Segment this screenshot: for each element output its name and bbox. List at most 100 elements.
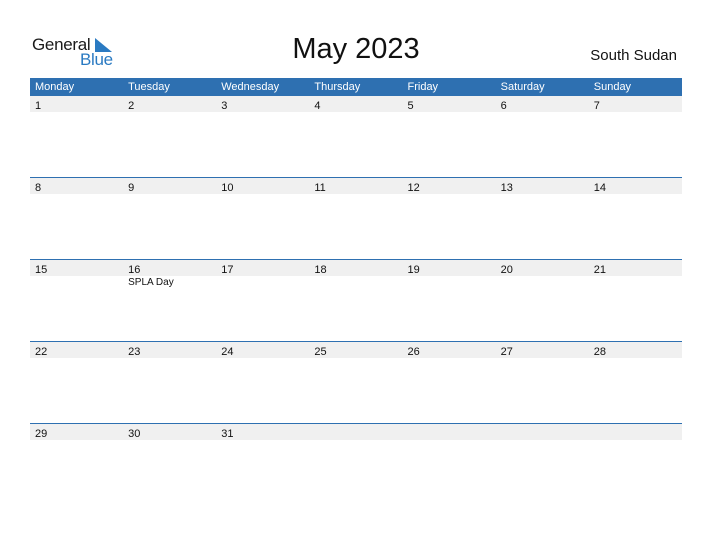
holiday-label [309,112,402,113]
day-number: 27 [500,346,513,358]
day-cell: 6 [496,96,589,112]
holiday-label [216,358,309,359]
day-cell: 12 [403,178,496,194]
holiday-label [30,112,123,113]
day-number: 10 [221,182,234,194]
day-cell [403,424,496,440]
day-cell: 23 [123,342,216,358]
holiday-label [403,112,496,113]
day-cell: 2 [123,96,216,112]
day-number: 28 [593,346,606,358]
day-number: 26 [407,346,420,358]
holiday-label [496,112,589,113]
holiday-label [30,440,123,441]
day-cell: 19 [403,260,496,276]
day-cell: 28 [589,342,682,358]
holiday-label [589,194,682,195]
weekday-sunday: Sunday [593,81,632,93]
week-row: 8 9 10 11 12 13 14 [30,177,682,259]
day-cell: 31 [216,424,309,440]
event-row [30,194,682,195]
day-number: 25 [314,346,327,358]
day-cell: 17 [216,260,309,276]
day-number: 15 [35,264,48,276]
holiday-label [309,358,402,359]
day-number: 12 [407,182,420,194]
holiday-label [309,440,402,441]
holiday-label [123,112,216,113]
day-number: 2 [128,100,135,112]
holiday-label [496,276,589,289]
day-cell: 1 [30,96,123,112]
country-label: South Sudan [590,47,677,64]
weekday-tuesday: Tuesday [128,81,170,93]
day-number: 1 [35,100,42,112]
holiday-label [589,358,682,359]
holiday-label [30,194,123,195]
holiday-label [589,276,682,289]
day-number: 30 [128,428,141,440]
event-row [30,440,682,441]
holiday-label [216,112,309,113]
holiday-label [496,194,589,195]
day-number: 5 [407,100,414,112]
day-number: 24 [221,346,234,358]
day-number: 16 [128,264,141,276]
day-cell: 30 [123,424,216,440]
day-cell: 15 [30,260,123,276]
day-number: 8 [35,182,42,194]
holiday-label [403,194,496,195]
day-number: 13 [500,182,513,194]
holiday-label [589,440,682,441]
day-cell: 13 [496,178,589,194]
holiday-label [216,440,309,441]
day-cell: 18 [309,260,402,276]
day-number: 29 [35,428,48,440]
day-number: 19 [407,264,420,276]
day-number-strip: 22 23 24 25 26 27 28 [30,342,682,358]
holiday-label [123,194,216,195]
day-number-strip: 15 16 17 18 19 20 21 [30,260,682,276]
day-cell: 7 [589,96,682,112]
weekday-friday: Friday [407,81,439,93]
day-cell: 20 [496,260,589,276]
day-cell: 26 [403,342,496,358]
event-row [30,112,682,113]
day-cell [589,424,682,440]
day-cell [309,424,402,440]
day-number: 7 [593,100,600,112]
holiday-label [123,440,216,441]
day-cell: 29 [30,424,123,440]
day-cell [496,424,589,440]
day-number-strip: 8 9 10 11 12 13 14 [30,178,682,194]
holiday-label [30,276,123,289]
day-cell: 16 [123,260,216,276]
day-cell: 21 [589,260,682,276]
calendar-grid: Monday Tuesday Wednesday Thursday Friday… [30,78,682,505]
day-cell: 14 [589,178,682,194]
day-number: 4 [314,100,321,112]
day-number: 9 [128,182,135,194]
day-cell: 5 [403,96,496,112]
day-cell: 11 [309,178,402,194]
weekday-monday: Monday [35,81,75,93]
day-number: 14 [593,182,606,194]
day-number: 17 [221,264,234,276]
day-number-strip: 1 2 3 4 5 6 7 [30,96,682,112]
holiday-label: SPLA Day [128,277,174,288]
day-cell: 4 [309,96,402,112]
holiday-label [403,358,496,359]
week-row: 1 2 3 4 5 6 7 [30,96,682,177]
day-cell: 24 [216,342,309,358]
holiday-label [309,276,402,289]
day-number: 18 [314,264,327,276]
day-cell: 10 [216,178,309,194]
weekday-thursday: Thursday [314,81,361,93]
week-row: 29 30 31 [30,423,682,505]
week-row: 22 23 24 25 26 27 28 [30,341,682,423]
holiday-label [589,112,682,113]
holiday-label [496,440,589,441]
holiday-label [123,358,216,359]
holiday-label [403,440,496,441]
day-number: 3 [221,100,228,112]
